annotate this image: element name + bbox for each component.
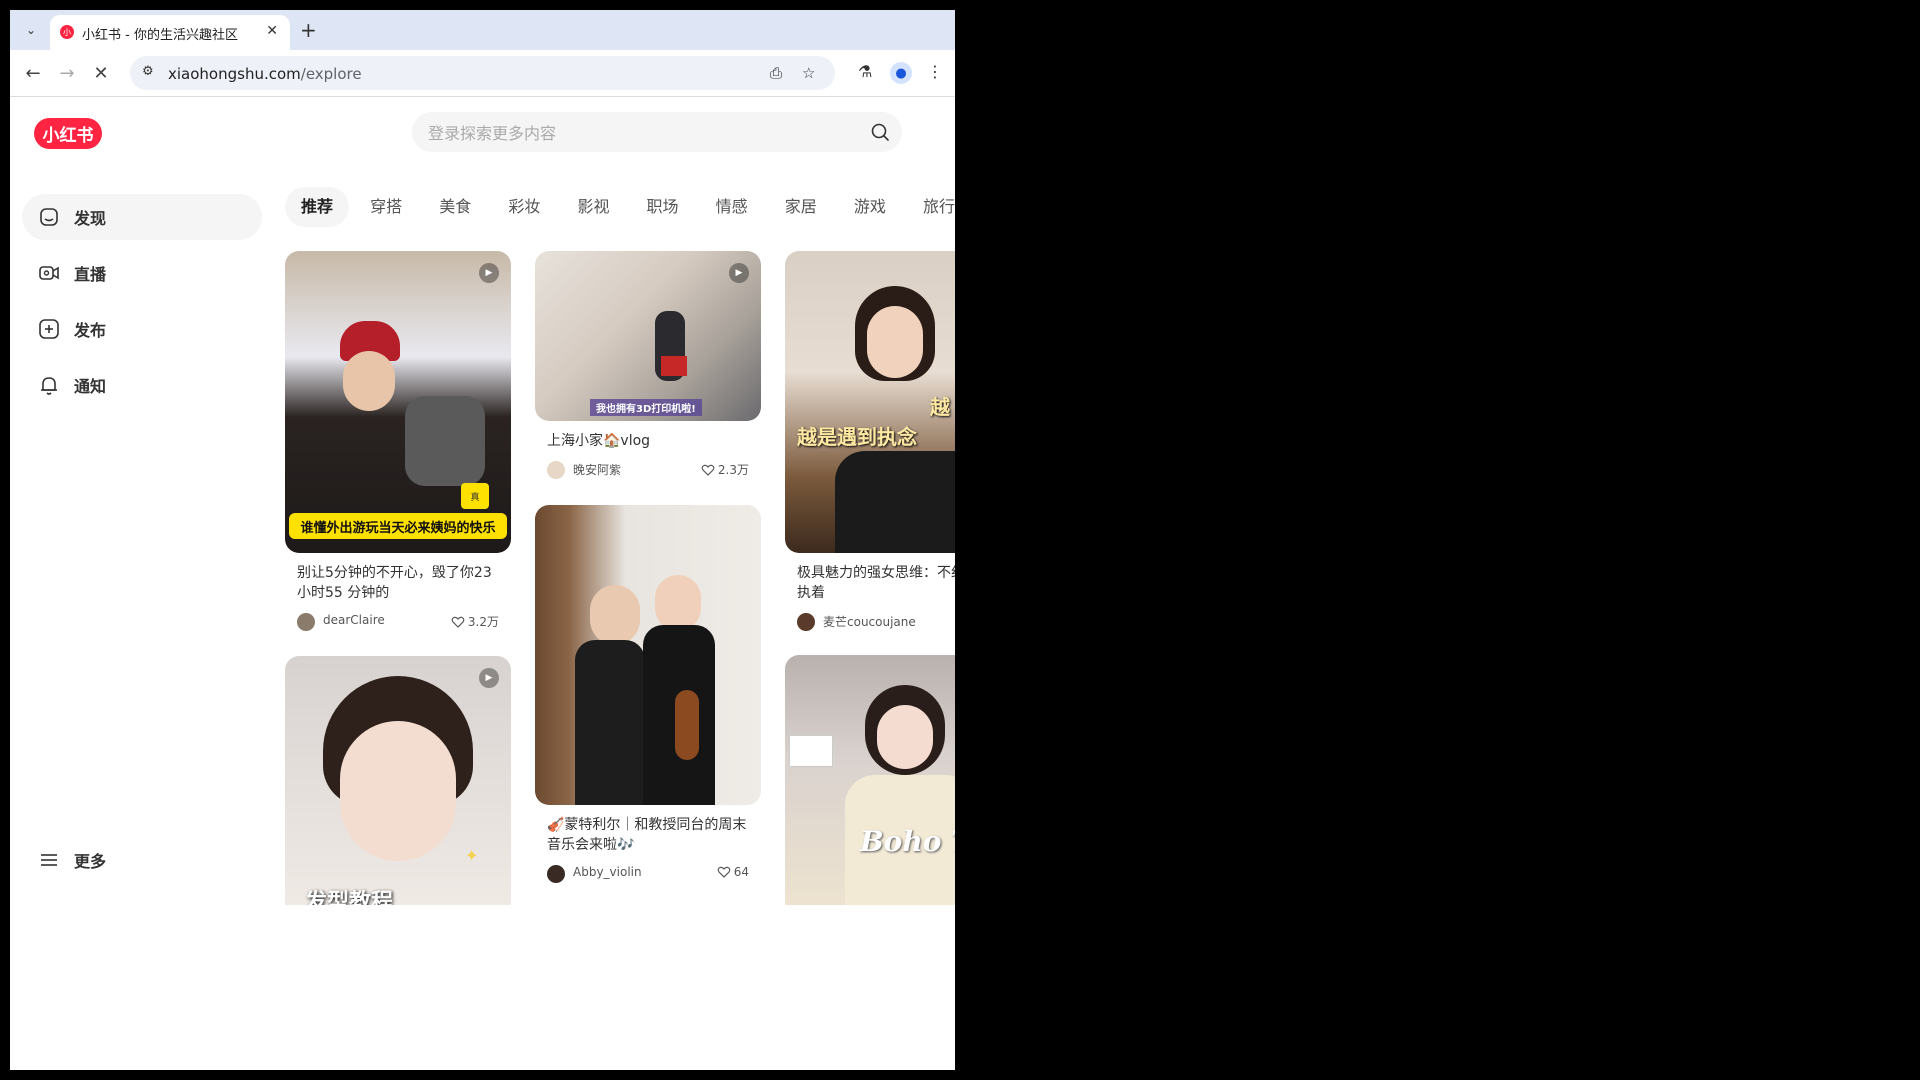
face-shape	[877, 705, 933, 769]
cover-caption: 发型教程	[305, 890, 394, 905]
face-shape	[340, 721, 456, 861]
card-meta: 麦芒coucoujane	[797, 611, 955, 633]
cover-caption: 谁懂外出游玩当天必来姨妈的快乐	[289, 513, 507, 539]
face-shape	[655, 575, 701, 631]
red-shorts-shape	[661, 356, 687, 376]
bookmark-star-icon[interactable]: ☆	[802, 64, 815, 82]
card-title[interactable]: 上海小家🏠vlog	[547, 431, 749, 451]
like-count-value: 64	[733, 865, 749, 879]
card-cover-image[interactable]: Boho Ta	[785, 655, 955, 905]
labs-flask-icon[interactable]: ⚗	[858, 62, 872, 81]
like-count-value: 2.3万	[717, 463, 749, 477]
tab-strip: ⌄ 小 小红书 - 你的生活兴趣社区 ✕ +	[10, 10, 955, 50]
emoji-badge: 真	[461, 483, 489, 509]
like-count-value: 3.2万	[467, 615, 499, 629]
page-content: 小红书 发现 直播	[10, 97, 955, 1070]
feed-card[interactable]: ▶ ✦ 发型教程	[285, 656, 511, 905]
url-text[interactable]: xiaohongshu.com/explore	[168, 65, 362, 83]
profile-avatar-icon[interactable]: ●	[890, 62, 912, 84]
like-count[interactable]: 2.3万	[701, 461, 749, 478]
card-title[interactable]: 别让5分钟的不开心，毁了你23小时55 分钟的	[297, 563, 499, 603]
author-name[interactable]: dearClaire	[323, 613, 385, 627]
feed-card[interactable]: 🎻蒙特利尔｜和教授同台的周末音乐会来啦🎶 Abby_violin 64	[535, 505, 761, 885]
author-name[interactable]: Abby_violin	[573, 865, 642, 879]
heart-icon[interactable]	[717, 865, 731, 879]
browser-window: ⌄ 小 小红书 - 你的生活兴趣社区 ✕ + ← → ✕ ⚙ xiaohongs…	[10, 10, 955, 1070]
author-avatar[interactable]	[297, 613, 315, 631]
dog-shape	[405, 396, 485, 486]
author-name[interactable]: 晚安阿紫	[573, 461, 621, 478]
cover-caption: 我也拥有3D打印机啦!	[590, 399, 702, 416]
heart-icon[interactable]	[451, 615, 465, 629]
feed-card[interactable]: ▶ 真 谁懂外出游玩当天必来姨妈的快乐 别让5分钟的不开心，毁了你23小时55 …	[285, 251, 511, 633]
dress-shape	[835, 451, 955, 553]
card-meta: dearClaire 3.2万	[297, 611, 499, 633]
stop-loading-button[interactable]: ✕	[88, 60, 114, 86]
face-shape	[867, 306, 923, 378]
face-shape	[590, 585, 640, 645]
play-icon: ▶	[479, 668, 499, 688]
cover-caption: Boho Ta	[860, 825, 955, 858]
like-count[interactable]: 3.2万	[451, 613, 499, 630]
feed-card[interactable]: 越是遇到执念 越 极具魅力的强女思维：不纠结 不执着 麦芒coucoujane	[785, 251, 955, 633]
site-settings-icon[interactable]: ⚙	[142, 64, 154, 79]
sticker-card	[789, 735, 833, 767]
back-button[interactable]: ←	[20, 60, 46, 86]
author-avatar[interactable]	[547, 461, 565, 479]
author-avatar[interactable]	[797, 613, 815, 631]
face-shape	[343, 351, 395, 411]
card-title[interactable]: 极具魅力的强女思维：不纠结 不执着	[797, 563, 955, 603]
install-app-icon[interactable]: ⎙	[770, 64, 782, 82]
heart-icon[interactable]	[701, 463, 715, 477]
feed-card[interactable]: Boho Ta	[785, 655, 955, 905]
tab-title: 小红书 - 你的生活兴趣社区	[82, 28, 238, 43]
card-meta: Abby_violin 64	[547, 863, 749, 885]
menu-kebab-icon[interactable]: ⋮	[927, 62, 943, 81]
card-cover-image[interactable]	[535, 505, 761, 805]
author-avatar[interactable]	[547, 865, 565, 883]
cover-caption: 越是遇到执念	[797, 425, 917, 449]
close-icon[interactable]: ✕	[266, 23, 278, 39]
outfit-shape	[575, 640, 645, 805]
feed-grid: ▶ 真 谁懂外出游玩当天必来姨妈的快乐 别让5分钟的不开心，毁了你23小时55 …	[10, 97, 955, 905]
violin-shape	[675, 690, 699, 760]
like-count[interactable]: 64	[717, 865, 749, 879]
card-cover-image[interactable]: ▶ 真 谁懂外出游玩当天必来姨妈的快乐	[285, 251, 511, 553]
forward-button[interactable]: →	[54, 60, 80, 86]
browser-tab-active[interactable]: 小 小红书 - 你的生活兴趣社区 ✕	[50, 15, 290, 50]
card-cover-image[interactable]: ▶ ✦ 发型教程	[285, 656, 511, 905]
tab-search-button[interactable]: ⌄	[20, 19, 42, 41]
card-title[interactable]: 🎻蒙特利尔｜和教授同台的周末音乐会来啦🎶	[547, 815, 749, 855]
sparkle-icon: ✦	[465, 846, 479, 865]
author-name[interactable]: 麦芒coucoujane	[823, 613, 916, 630]
play-icon: ▶	[479, 263, 499, 283]
feed-card[interactable]: ▶ 我也拥有3D打印机啦! 上海小家🏠vlog 晚安阿紫 2.3万	[535, 251, 761, 481]
cover-caption-secondary: 越	[930, 395, 950, 419]
browser-toolbar: ← → ✕ ⚙ xiaohongshu.com/explore ⎙ ☆ ⚗ ● …	[10, 50, 955, 97]
new-tab-button[interactable]: +	[300, 18, 317, 42]
card-cover-image[interactable]: ▶ 我也拥有3D打印机啦!	[535, 251, 761, 421]
card-cover-image[interactable]: 越是遇到执念 越	[785, 251, 955, 553]
play-icon: ▶	[729, 263, 749, 283]
card-meta: 晚安阿紫 2.3万	[547, 459, 749, 481]
favicon-icon: 小	[60, 25, 74, 39]
address-bar[interactable]: ⚙ xiaohongshu.com/explore ⎙ ☆	[130, 56, 835, 90]
